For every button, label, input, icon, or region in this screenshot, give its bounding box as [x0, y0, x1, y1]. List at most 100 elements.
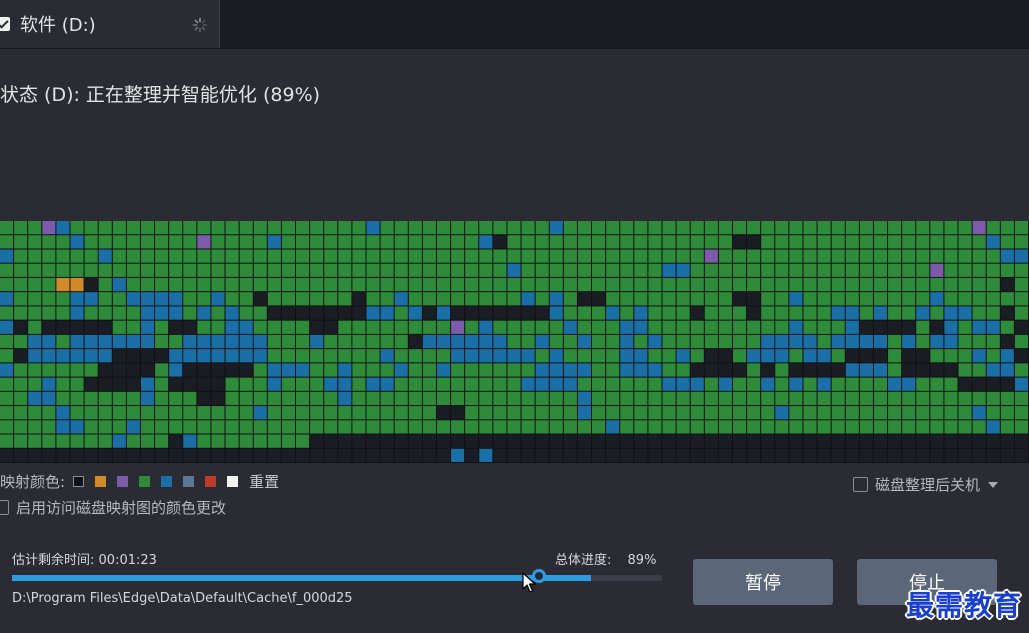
disk-cluster-cell	[239, 334, 253, 349]
disk-cluster-cell	[267, 420, 281, 434]
disk-cluster-cell	[732, 363, 747, 377]
tab-drive-d[interactable]: 软件 (D:)	[0, 0, 220, 48]
disk-cluster-cell	[183, 334, 197, 349]
disk-cluster-cell	[126, 349, 140, 363]
disk-cluster-cell	[577, 434, 592, 448]
disk-cluster-cell	[1000, 221, 1014, 235]
disk-cluster-cell	[859, 334, 873, 349]
disk-cluster-cell	[549, 377, 563, 391]
legend-label: 映射颜色:	[0, 472, 66, 491]
enable-color-change-checkbox[interactable]	[0, 500, 9, 515]
disk-cluster-cell	[676, 292, 690, 306]
disk-cluster-cell	[225, 249, 239, 263]
disk-cluster-cell	[521, 320, 535, 334]
disk-cluster-cell	[338, 263, 352, 277]
disk-cluster-cell	[986, 448, 1000, 462]
disk-cluster-cell	[1000, 363, 1014, 377]
chevron-down-icon[interactable]	[988, 481, 999, 488]
disk-cluster-cell	[155, 292, 169, 306]
disk-cluster-cell	[620, 277, 634, 292]
shutdown-after-checkbox[interactable]	[853, 477, 868, 492]
disk-cluster-cell	[803, 292, 817, 306]
disk-cluster-cell	[577, 263, 592, 277]
disk-cluster-cell	[324, 406, 338, 420]
shutdown-after-option[interactable]: 磁盘整理后关机	[853, 474, 999, 495]
disk-cluster-cell	[521, 277, 535, 292]
disk-cluster-cell	[549, 434, 563, 448]
disk-cluster-cell	[888, 391, 902, 406]
disk-cluster-cell	[690, 306, 704, 320]
legend-swatch-slate-icon[interactable]	[183, 475, 195, 487]
progress-bar	[12, 569, 662, 583]
disk-cluster-cell	[944, 377, 958, 391]
disk-cluster-cell	[732, 377, 747, 391]
disk-cluster-cell	[789, 235, 803, 249]
disk-cluster-cell	[352, 306, 366, 320]
disk-cluster-cell	[831, 221, 845, 235]
disk-cluster-cell	[845, 221, 859, 235]
legend-swatch-orange-icon[interactable]	[95, 475, 107, 487]
disk-cluster-cell	[577, 221, 592, 235]
disk-cluster-cell	[408, 434, 422, 448]
disk-cluster-cell	[916, 221, 930, 235]
legend-swatch-white-icon[interactable]	[227, 475, 239, 487]
disk-cluster-cell	[42, 249, 56, 263]
reset-colors-link[interactable]: 重置	[249, 471, 279, 492]
disk-cluster-cell	[592, 235, 606, 249]
disk-cluster-cell	[394, 391, 408, 406]
disk-cluster-cell	[451, 434, 465, 448]
disk-cluster-cell	[56, 221, 70, 235]
disk-cluster-cell	[606, 221, 620, 235]
disk-cluster-cell	[535, 377, 549, 391]
disk-cluster-cell	[253, 221, 267, 235]
disk-cluster-cell	[930, 320, 944, 334]
disk-cluster-cell	[28, 363, 42, 377]
disk-cluster-cell	[352, 391, 366, 406]
disk-cluster-cell	[338, 434, 352, 448]
disk-cluster-cell	[775, 320, 789, 334]
disk-cluster-cell	[394, 334, 408, 349]
disk-cluster-cell	[310, 263, 324, 277]
legend-swatch-green-icon[interactable]	[139, 475, 151, 487]
disk-cluster-cell	[0, 406, 14, 420]
enable-color-change-option[interactable]: 启用访问磁盘映射图的颜色更改	[0, 497, 226, 518]
disk-cluster-cell	[761, 406, 775, 420]
disk-cluster-cell	[803, 448, 817, 462]
disk-cluster-cell	[183, 434, 197, 448]
legend-swatch-red-icon[interactable]	[205, 475, 217, 487]
disk-cluster-cell	[789, 349, 803, 363]
disk-cluster-cell	[253, 320, 267, 334]
legend-swatch-purple-icon[interactable]	[117, 475, 129, 487]
disk-cluster-cell	[803, 277, 817, 292]
legend-swatch-free-icon[interactable]	[73, 475, 85, 487]
disk-cluster-cell	[648, 249, 662, 263]
disk-cluster-cell	[549, 249, 563, 263]
disk-cluster-cell	[1014, 349, 1028, 363]
disk-cluster-cell	[14, 263, 28, 277]
disk-cluster-cell	[817, 334, 831, 349]
disk-cluster-cell	[408, 391, 422, 406]
pause-button[interactable]: 暂停	[693, 559, 833, 605]
disk-cluster-cell	[183, 406, 197, 420]
disk-cluster-cell	[296, 406, 310, 420]
disk-cluster-cell	[902, 249, 916, 263]
disk-cluster-cell	[831, 235, 845, 249]
disk-cluster-cell	[310, 292, 324, 306]
disk-cluster-cell	[535, 306, 549, 320]
disk-cluster-cell	[1000, 448, 1014, 462]
disk-cluster-cell	[408, 235, 422, 249]
disk-cluster-cell	[958, 235, 972, 249]
disk-cluster-cell	[831, 263, 845, 277]
disk-cluster-cell	[648, 235, 662, 249]
disk-cluster-cell	[338, 363, 352, 377]
legend-swatch-blue-icon[interactable]	[161, 475, 173, 487]
disk-cluster-cell	[70, 320, 84, 334]
checkbox-checked-icon[interactable]	[0, 17, 10, 31]
disk-cluster-cell	[380, 349, 394, 363]
disk-cluster-cell	[451, 448, 465, 462]
disk-cluster-cell	[676, 377, 690, 391]
disk-cluster-cell	[14, 292, 28, 306]
disk-cluster-cell	[704, 377, 718, 391]
disk-cluster-cell	[747, 363, 761, 377]
disk-cluster-cell	[140, 363, 155, 377]
